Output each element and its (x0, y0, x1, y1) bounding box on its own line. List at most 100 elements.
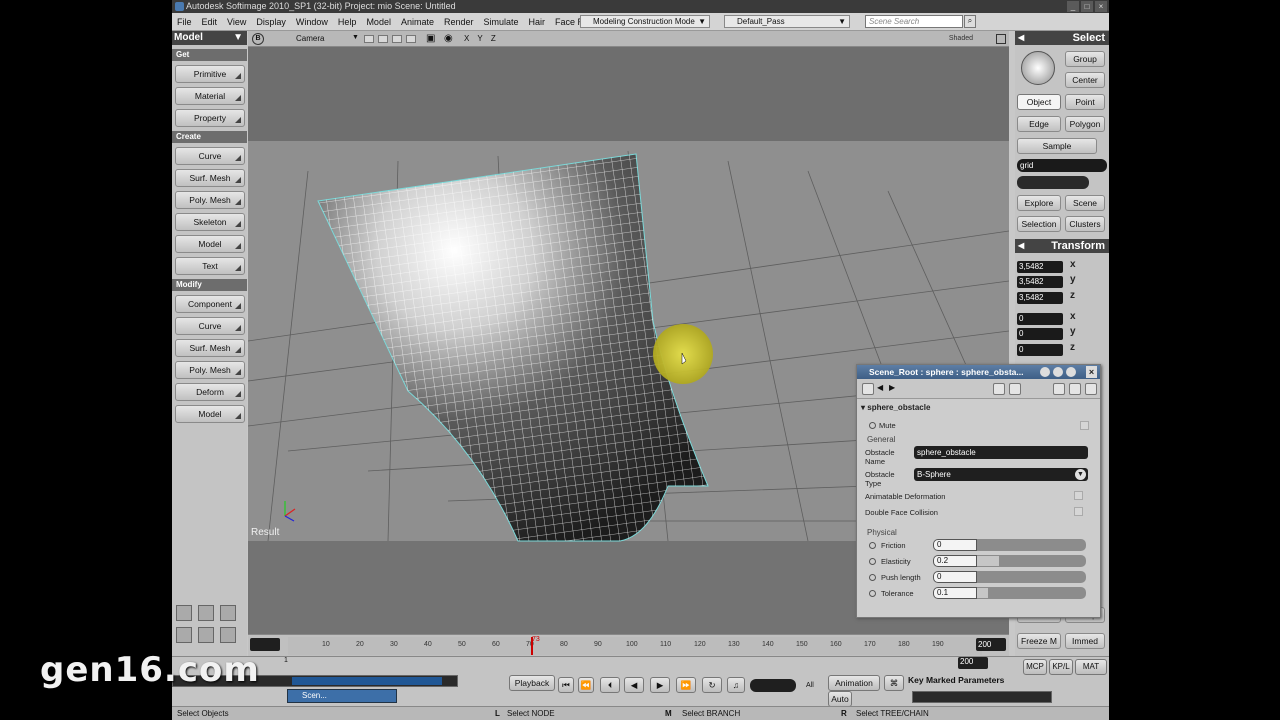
menu-window[interactable]: Window (291, 17, 333, 27)
push-length-anim-icon[interactable] (869, 574, 876, 581)
menu-view[interactable]: View (222, 17, 251, 27)
layout-curve-icon[interactable] (176, 627, 192, 643)
obstacle-type-select[interactable]: B-Sphere ▼ (914, 468, 1088, 481)
construction-mode-select[interactable]: Modeling Construction Mode ▼ (580, 15, 710, 28)
keyframe-icon[interactable] (1053, 383, 1065, 395)
selection-button[interactable]: Selection (1017, 216, 1061, 232)
create-model-button[interactable]: Model (175, 235, 245, 253)
collapse-icon[interactable]: ◀ (1018, 31, 1024, 45)
property-header[interactable]: ▾ sphere_obstacle (861, 403, 930, 412)
viewport-letter-button[interactable]: B (252, 33, 264, 45)
edge-button[interactable]: Edge (1017, 116, 1061, 132)
mute-anim-icon[interactable] (869, 422, 876, 429)
axis-toggles[interactable]: X Y Z (464, 34, 499, 43)
timeline-end-field[interactable]: 200 (976, 638, 1006, 651)
pass-select[interactable]: Default_Pass ▼ (724, 15, 850, 28)
play-icon[interactable]: ▶ (650, 677, 670, 693)
vp-tool-icon[interactable] (378, 35, 388, 43)
playback-button[interactable]: Playback (509, 675, 555, 691)
lock-icon[interactable] (1040, 367, 1050, 377)
toolbar-selector[interactable]: Model ▼ (172, 31, 247, 45)
layout-single-icon[interactable] (176, 605, 192, 621)
search-icon[interactable]: ⌕ (964, 15, 976, 28)
selection-name-field[interactable]: grid (1017, 159, 1107, 172)
tab-kpl[interactable]: KP/L (1049, 659, 1073, 675)
scale-z-field[interactable]: 3,5482 (1017, 292, 1063, 304)
prev-key-icon[interactable]: ⏪ (578, 677, 594, 693)
eye-icon[interactable]: ◉ (444, 33, 453, 44)
preset-icon[interactable] (993, 383, 1005, 395)
animatable-deformation-checkbox[interactable] (1074, 491, 1083, 500)
friction-slider[interactable]: 0 (933, 539, 1086, 551)
menu-model[interactable]: Model (361, 17, 396, 27)
create-poly-mesh-button[interactable]: Poly. Mesh (175, 191, 245, 209)
timeline-track[interactable]: 10 20 30 40 50 60 70 80 90 100 110 120 1… (288, 636, 982, 655)
scale-x-field[interactable]: 3,5482 (1017, 261, 1063, 273)
collapse-icon[interactable]: ◀ (1018, 239, 1024, 253)
help-icon[interactable] (1066, 367, 1076, 377)
double-face-collision-checkbox[interactable] (1074, 507, 1083, 516)
push-length-value[interactable]: 0 (933, 571, 977, 583)
back-icon[interactable]: ◀ (877, 383, 889, 395)
elasticity-anim-icon[interactable] (869, 558, 876, 565)
help-icon[interactable] (1085, 383, 1097, 395)
vp-tool-icon[interactable] (364, 35, 374, 43)
vp-tool-icon[interactable] (406, 35, 416, 43)
create-surf-mesh-button[interactable]: Surf. Mesh (175, 169, 245, 187)
elasticity-slider[interactable]: 0.2 (933, 555, 1086, 567)
tolerance-value[interactable]: 0.1 (933, 587, 977, 599)
auto-key-button[interactable]: Auto (828, 691, 852, 707)
create-skeleton-button[interactable]: Skeleton (175, 213, 245, 231)
layout-split2-icon[interactable] (198, 627, 214, 643)
preset-load-icon[interactable] (1009, 383, 1021, 395)
modify-model-button[interactable]: Model (175, 405, 245, 423)
freeze-m-button[interactable]: Freeze M (1017, 633, 1061, 649)
explore-button[interactable]: Explore (1017, 195, 1061, 211)
clusters-button[interactable]: Clusters (1065, 216, 1105, 232)
get-material-button[interactable]: Material (175, 87, 245, 105)
animation-button[interactable]: Animation (828, 675, 880, 691)
immed-button[interactable]: Immed (1065, 633, 1105, 649)
refresh-icon[interactable] (1053, 367, 1063, 377)
menu-render[interactable]: Render (439, 17, 479, 27)
layout-quad-icon[interactable] (220, 605, 236, 621)
sample-button[interactable]: Sample (1017, 138, 1097, 154)
obstacle-name-field[interactable]: sphere_obstacle (914, 446, 1088, 459)
select-tool-icon[interactable] (1021, 51, 1055, 85)
rotate-y-field[interactable]: 0 (1017, 328, 1063, 340)
modify-deform-button[interactable]: Deform (175, 383, 245, 401)
ppg-tool-icon[interactable] (862, 383, 874, 395)
friction-value[interactable]: 0 (933, 539, 977, 551)
camera-icon[interactable]: ▣ (426, 33, 435, 44)
menu-simulate[interactable]: Simulate (479, 17, 524, 27)
group-button[interactable]: Group (1065, 51, 1105, 67)
menu-help[interactable]: Help (333, 17, 362, 27)
tolerance-slider[interactable]: 0.1 (933, 587, 1086, 599)
animate-icon[interactable] (1069, 383, 1081, 395)
maximize-viewport-icon[interactable] (996, 34, 1006, 44)
vp-tool-icon[interactable] (392, 35, 402, 43)
elasticity-value[interactable]: 0.2 (933, 555, 977, 567)
frame-field[interactable] (750, 679, 796, 692)
create-text-button[interactable]: Text (175, 257, 245, 275)
rotate-z-field[interactable]: 0 (1017, 344, 1063, 356)
next-key-icon[interactable]: ⏩ (676, 677, 696, 693)
first-frame-icon[interactable]: ⏮ (558, 677, 574, 693)
get-primitive-button[interactable]: Primitive (175, 65, 245, 83)
audio-icon[interactable]: ♫ (727, 677, 745, 693)
tab-mat[interactable]: MAT (1075, 659, 1107, 675)
loop-icon[interactable]: ↻ (702, 677, 722, 693)
range-end-field[interactable]: 200 (958, 657, 988, 669)
menu-file[interactable]: File (172, 17, 197, 27)
step-back-icon[interactable]: ⏴ (600, 677, 620, 693)
key-icon[interactable]: ⌘ (884, 675, 904, 691)
maximize-icon[interactable]: □ (1081, 1, 1093, 12)
push-length-slider[interactable]: 0 (933, 571, 1086, 583)
create-curve-button[interactable]: Curve (175, 147, 245, 165)
menu-animate[interactable]: Animate (396, 17, 439, 27)
tab-mcp[interactable]: MCP (1023, 659, 1047, 675)
mute-checkbox[interactable] (1080, 421, 1089, 430)
selection-filter-field[interactable] (1017, 176, 1089, 189)
modify-component-button[interactable]: Component (175, 295, 245, 313)
minimize-icon[interactable]: _ (1067, 1, 1079, 12)
